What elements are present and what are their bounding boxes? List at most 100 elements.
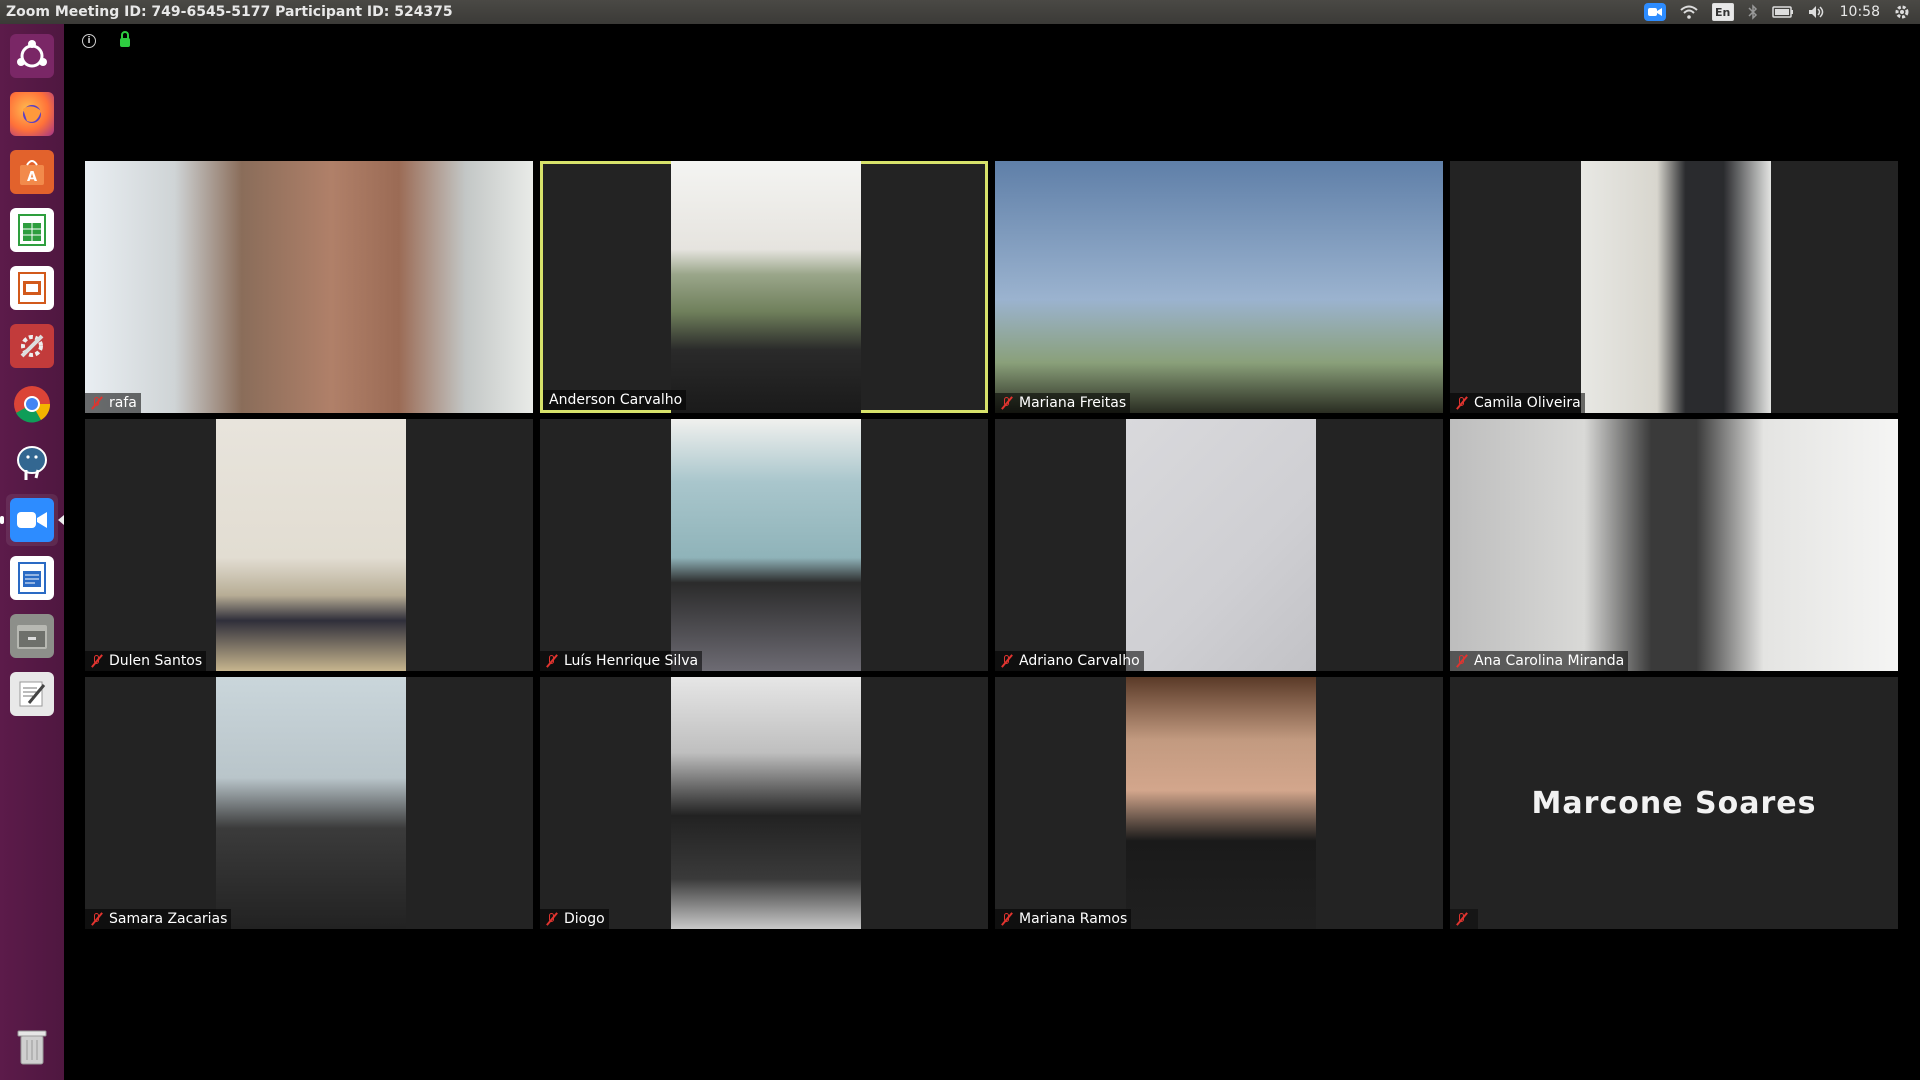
participant-video	[671, 161, 861, 413]
participant-name: Camila Oliveira	[1474, 395, 1581, 411]
participant-tile[interactable]: Diogo	[540, 677, 988, 929]
system-settings-button[interactable]	[6, 320, 58, 372]
meeting-info-bar: i	[82, 31, 130, 48]
participant-tile[interactable]: rafa	[85, 161, 533, 413]
clock[interactable]: 10:58	[1840, 4, 1880, 20]
participant-name: Adriano Carvalho	[1019, 653, 1140, 669]
libreoffice-calc-button[interactable]	[6, 204, 58, 256]
participant-tile[interactable]: Camila Oliveira	[1450, 161, 1898, 413]
software-center-icon: A	[10, 150, 54, 194]
file-manager-button[interactable]	[6, 610, 58, 662]
elephant-icon	[10, 440, 54, 484]
participant-video	[1126, 677, 1316, 929]
participant-video	[1126, 419, 1316, 671]
encryption-lock-icon[interactable]	[120, 31, 130, 47]
participant-name: Ana Carolina Miranda	[1474, 653, 1625, 669]
battery-icon[interactable]	[1771, 2, 1794, 22]
participant-name: Samara Zacarias	[109, 911, 228, 927]
participant-name: Anderson Carvalho	[549, 392, 683, 408]
settings-gear-icon[interactable]	[1894, 2, 1910, 22]
participant-tile[interactable]: Ana Carolina Miranda	[1450, 419, 1898, 671]
bluetooth-icon[interactable]	[1748, 2, 1758, 22]
participant-tile-video-off[interactable]: Marcone Soares	[1450, 677, 1898, 929]
muted-mic-icon	[546, 912, 558, 926]
settings-tools-icon	[10, 324, 54, 368]
system-tray: En 10:58	[1643, 0, 1920, 24]
top-panel: Zoom Meeting ID: 749-6545-5177 Participa…	[0, 0, 1920, 24]
participant-name-tag: Anderson Carvalho	[543, 390, 687, 410]
muted-mic-icon	[91, 396, 103, 410]
participant-name: Mariana Freitas	[1019, 395, 1127, 411]
zoom-tray-icon[interactable]	[1643, 2, 1666, 22]
participant-video	[1450, 419, 1898, 671]
participant-tile[interactable]: Samara Zacarias	[85, 677, 533, 929]
participant-name-tag: Mariana Freitas	[995, 393, 1131, 413]
participant-tile[interactable]: Mariana Freitas	[995, 161, 1443, 413]
participant-name-tag: Dulen Santos	[85, 651, 207, 671]
muted-mic-icon	[91, 912, 103, 926]
participant-video	[995, 161, 1443, 413]
wifi-icon[interactable]	[1679, 2, 1698, 22]
participant-tile[interactable]: Mariana Ramos	[995, 677, 1443, 929]
participant-video	[216, 677, 406, 929]
chrome-icon	[10, 382, 54, 426]
libreoffice-writer-button[interactable]	[6, 552, 58, 604]
participant-name-tag: Adriano Carvalho	[995, 651, 1144, 671]
participant-video	[671, 419, 861, 671]
svg-text:A: A	[27, 170, 37, 185]
participant-tile[interactable]: Adriano Carvalho	[995, 419, 1443, 671]
participant-name-tag: Ana Carolina Miranda	[1450, 651, 1629, 671]
text-editor-icon	[10, 672, 54, 716]
muted-mic-icon	[91, 654, 103, 668]
pgadmin-button[interactable]	[6, 436, 58, 488]
libreoffice-impress-button[interactable]	[6, 262, 58, 314]
participant-name-tag: Samara Zacarias	[85, 909, 232, 929]
participant-tile[interactable]: Dulen Santos	[85, 419, 533, 671]
participant-name: Dulen Santos	[109, 653, 203, 669]
participant-name-tag: Camila Oliveira	[1450, 393, 1585, 413]
window-title: Zoom Meeting ID: 749-6545-5177 Participa…	[6, 4, 453, 20]
muted-mic-icon	[1001, 912, 1013, 926]
participant-tile-active-speaker[interactable]: Anderson Carvalho	[540, 161, 988, 413]
text-editor-button[interactable]	[6, 668, 58, 720]
files-icon	[10, 614, 54, 658]
trash-icon	[10, 1024, 54, 1068]
firefox-button[interactable]	[6, 88, 58, 140]
software-center-button[interactable]: A	[6, 146, 58, 198]
firefox-icon	[10, 92, 54, 136]
muted-mic-icon	[1456, 654, 1468, 668]
participant-video	[85, 161, 533, 413]
meeting-view: i rafa Anderson Carvalho Mariana Freitas…	[64, 24, 1920, 1080]
participant-name: Diogo	[564, 911, 605, 927]
volume-icon[interactable]	[1808, 2, 1826, 22]
zoom-button[interactable]	[0, 494, 64, 546]
participant-name-tag	[1450, 909, 1478, 929]
participant-name: Mariana Ramos	[1019, 911, 1128, 927]
participant-name-tag: rafa	[85, 393, 141, 413]
document-icon	[10, 556, 54, 600]
muted-mic-icon	[1001, 654, 1013, 668]
keyboard-layout-icon[interactable]: En	[1711, 2, 1734, 22]
keyboard-layout-label: En	[1711, 3, 1734, 21]
participant-video	[216, 419, 406, 671]
muted-mic-icon	[546, 654, 558, 668]
active-indicator	[0, 516, 4, 524]
participant-video	[671, 677, 861, 929]
participant-name: Marcone Soares	[1531, 785, 1817, 821]
participant-name-tag: Mariana Ramos	[995, 909, 1132, 929]
participant-tile[interactable]: Luís Henrique Silva	[540, 419, 988, 671]
ubuntu-logo-icon	[10, 34, 54, 78]
trash-button[interactable]	[6, 1020, 58, 1072]
info-icon[interactable]: i	[82, 34, 96, 48]
participant-name-tag: Diogo	[540, 909, 609, 929]
ubuntu-dash-button[interactable]	[6, 30, 58, 82]
muted-mic-icon	[1456, 396, 1468, 410]
chrome-button[interactable]	[6, 378, 58, 430]
launcher: A	[0, 24, 65, 1080]
presentation-icon	[10, 266, 54, 310]
zoom-icon	[10, 498, 54, 542]
muted-mic-icon	[1456, 912, 1468, 926]
participant-name: Luís Henrique Silva	[564, 653, 699, 669]
participant-video	[1581, 161, 1771, 413]
participant-name: rafa	[109, 395, 137, 411]
